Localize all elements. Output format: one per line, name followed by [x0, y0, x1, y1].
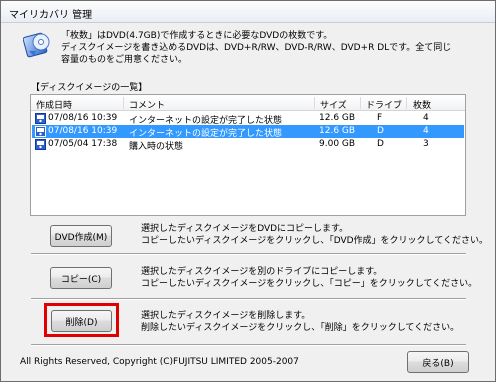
delete-desc-line: 削除したいディスクイメージをクリックし、「削除」をクリックしてください。: [141, 323, 460, 333]
cell-comment: 購入時の状態: [129, 142, 184, 152]
copyright-text: All Rights Reserved, Copyright (C)FUJITS…: [20, 357, 299, 367]
cell-date: 07/05/04 17:38: [48, 139, 118, 149]
dvd-create-description: 選択したディスクイメージをDVDにコピーします。 コピーしたいディスクイメージを…: [141, 223, 488, 247]
cell-drive: D: [377, 126, 384, 136]
list-row[interactable]: 07/08/16 10:39 インターネットの設定が完了した状態 12.6 GB…: [32, 112, 464, 126]
delete-description: 選択したディスクイメージを削除します。 削除したいディスクイメージをクリックし、…: [141, 310, 459, 334]
cell-size: 9.00 GB: [319, 139, 356, 149]
delete-highlight-box: [44, 303, 119, 337]
recovery-disc-icon: [23, 32, 50, 58]
disk-image-icon: [35, 139, 46, 150]
cell-drive: F: [377, 113, 383, 123]
copy-button[interactable]: コピー(C): [50, 267, 112, 289]
cell-size: 12.6 GB: [319, 126, 356, 136]
cell-count: 4: [423, 126, 429, 136]
intro-line: 容量のものをご用意ください。: [61, 55, 188, 65]
list-header: 作成日時 コメント サイズ ドライブ 枚数: [31, 95, 465, 111]
divider: [31, 253, 466, 255]
divider: [31, 298, 466, 300]
title-bar: マイリカバリ 管理: [1, 1, 495, 23]
copy-desc-line: 選択したディスクイメージを別のドライブにコピーします。: [141, 267, 383, 277]
back-button[interactable]: 戻る(B): [407, 351, 469, 373]
dvd-create-desc-line: コピーしたいディスクイメージをクリックし、「DVD作成」をクリックしてください。: [141, 236, 489, 246]
cell-size: 12.6 GB: [319, 113, 356, 123]
disk-image-icon: [35, 126, 46, 137]
copy-description: 選択したディスクイメージを別のドライブにコピーします。 コピーしたいディスクイメ…: [141, 266, 477, 290]
intro-text: 「枚数」はDVD(4.7GB)で作成するときに必要なDVDの枚数です。 ディスク…: [61, 30, 481, 66]
disk-image-icon: [35, 113, 46, 124]
cell-count: 4: [423, 113, 429, 123]
intro-line: 「枚数」はDVD(4.7GB)で作成するときに必要なDVDの枚数です。: [61, 31, 333, 41]
cell-date: 07/08/16 10:39: [48, 126, 118, 136]
column-header-size[interactable]: サイズ: [320, 98, 347, 111]
dvd-create-desc-line: 選択したディスクイメージをDVDにコピーします。: [141, 224, 349, 234]
list-caption: 【ディスクイメージの一覧】: [31, 83, 148, 93]
cell-date: 07/08/16 10:39: [48, 113, 118, 123]
column-header-drive[interactable]: ドライブ: [366, 98, 402, 111]
copy-desc-line: コピーしたいディスクイメージをクリックし、「コピー」をクリックしてください。: [141, 279, 478, 289]
cell-drive: D: [377, 139, 384, 149]
cell-count: 3: [423, 139, 429, 149]
delete-desc-line: 選択したディスクイメージを削除します。: [141, 311, 311, 321]
list-row-selected[interactable]: 07/08/16 10:39 インターネットの設定が完了した状態 12.6 GB…: [32, 125, 464, 139]
column-header-comment[interactable]: コメント: [129, 98, 165, 111]
window-title: マイリカバリ 管理: [9, 10, 93, 21]
column-header-date[interactable]: 作成日時: [36, 98, 72, 111]
intro-line: ディスクイメージを書き込めるDVDは、DVD+R/RW、DVD-R/RW、DVD…: [61, 43, 452, 53]
list-row[interactable]: 07/05/04 17:38 購入時の状態 9.00 GB D 3: [32, 138, 464, 152]
disk-image-list[interactable]: 作成日時 コメント サイズ ドライブ 枚数 07/08/16 10:39 インタ…: [30, 94, 466, 216]
column-header-count[interactable]: 枚数: [413, 98, 431, 111]
divider: [31, 344, 466, 346]
dvd-create-button[interactable]: DVD作成(M): [50, 225, 112, 247]
recovery-manager-window: マイリカバリ 管理 「枚数」はDVD(4.7GB)で作成するときに必要なDVDの…: [0, 0, 496, 382]
